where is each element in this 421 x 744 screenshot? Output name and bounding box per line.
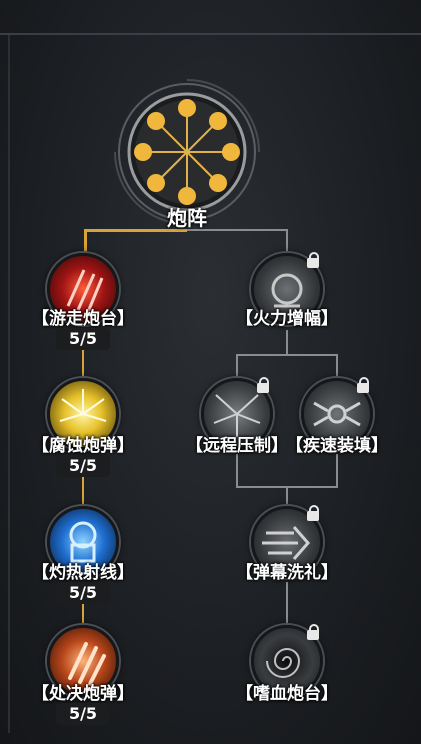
- skill-label-right-bottom: 【嗜血炮台】: [236, 684, 338, 704]
- skill-label-left-2: 【腐蚀炮弹】: [32, 436, 134, 456]
- lock-icon: [257, 377, 269, 393]
- connector-left-1-2: [82, 346, 84, 378]
- connector-left-2-3: [82, 476, 84, 506]
- connector-root-right-v: [286, 229, 288, 253]
- connector-split-left-v: [236, 354, 238, 378]
- lock-icon: [307, 505, 319, 521]
- skill-count-left-4: 5/5: [56, 703, 110, 725]
- connector-left-3-4: [82, 601, 84, 625]
- left-frame-line: [8, 33, 10, 733]
- skill-label-left-1: 【游走炮台】: [32, 309, 134, 329]
- skill-count-left-1: 5/5: [56, 328, 110, 350]
- skill-count-left-3: 5/5: [56, 582, 110, 604]
- connector-split-right-v: [336, 354, 338, 378]
- lock-icon: [357, 377, 369, 393]
- skill-label-left-4: 【处决炮弹】: [32, 684, 134, 704]
- skill-label-left-3: 【灼热射线】: [32, 563, 134, 583]
- skill-count-left-2: 5/5: [56, 455, 110, 477]
- connector-root-left-v: [84, 229, 87, 253]
- top-frame-line: [0, 33, 421, 35]
- skill-label-right-mid-left: 【远程压制】: [186, 436, 288, 456]
- connector-merge-left-v: [236, 454, 238, 486]
- connector-lower-bottom: [286, 582, 288, 626]
- skill-label-right-mid-right: 【疾速装填】: [286, 436, 388, 456]
- skill-label-right-lower: 【弹幕洗礼】: [236, 563, 338, 583]
- connector-merge-right-v: [336, 454, 338, 486]
- skill-label-right-top: 【火力增幅】: [236, 309, 338, 329]
- connector-right-down: [286, 330, 288, 356]
- lock-icon: [307, 624, 319, 640]
- connector-merge-down: [286, 486, 288, 506]
- lock-icon: [307, 252, 319, 268]
- root-skill-label: 炮阵: [167, 206, 207, 230]
- connector-split-h: [236, 354, 338, 356]
